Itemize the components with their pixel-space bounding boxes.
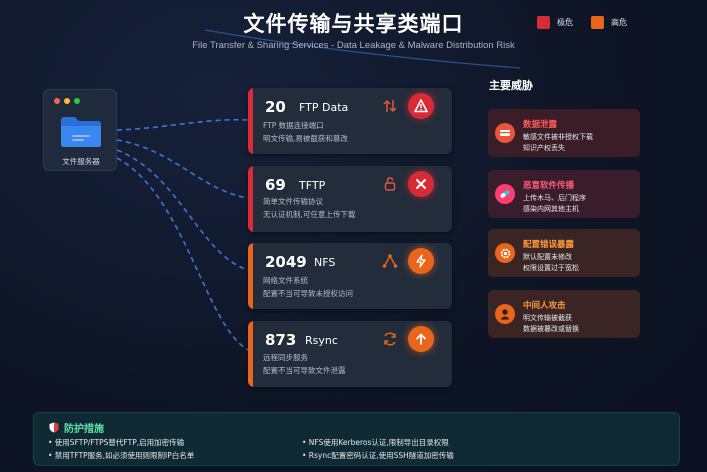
threat-title: 恶意软件传播 [523,181,575,191]
severity-stripe [248,88,253,154]
malware-icon [495,184,515,204]
connector-ftp [116,118,249,131]
defense-title: 防护措施 [64,424,104,435]
severity-stripe [248,166,253,232]
threat-desc-1: 上传木马、后门程序 [523,194,586,202]
threat-title: 中间人攻击 [523,301,566,311]
sync-icon [384,332,396,346]
port-card-nfs: 2049 NFS 网络文件系统 配置不当可导致未授权访问 [248,243,452,309]
page-subtitle: File Transfer & Sharing Services - Data … [192,40,515,51]
port-number: 69 [265,176,286,194]
port-card-ftp-data: 20 FTP Data FTP 数据连接端口 明文传输,易被截获和篡改 [248,88,452,154]
port-name: FTP Data [299,101,349,114]
legend-label-high: 高危 [611,18,627,27]
severity-stripe [248,243,253,309]
lightning-icon [408,248,434,274]
port-desc-2: 配置不当可导致未授权访问 [263,289,353,298]
legend-item-high: 高危 [591,16,627,29]
port-desc-2: 明文传输,易被截获和篡改 [263,134,348,143]
shield-icon [49,422,59,433]
port-card-tftp: 69 TFTP 简单文件传输协议 无认证机制,可任意上传下载 [248,166,452,232]
port-desc-2: 配置不当可导致文件泄露 [263,366,346,375]
defense-panel: 防护措施 • 使用SFTP/FTPS替代FTP,启用加密传输 • 禁用TFTP服… [33,412,680,466]
server-label: 文件服务器 [62,157,100,166]
transfer-arrows-icon [383,99,397,113]
defense-item: • 禁用TFTP服务,如必须使用则限制IP白名单 [48,451,195,460]
connector-rsync [116,157,249,351]
port-desc-1: 网络文件系统 [263,276,308,285]
port-desc-2: 无认证机制,可任意上传下载 [263,210,356,219]
threat-title: 配置错误暴露 [523,240,575,250]
unlock-icon [384,177,396,191]
threat-desc-1: 明文传输被截获 [523,314,572,322]
network-icon [382,254,398,268]
window-dots [54,98,80,104]
port-number: 2049 [265,253,307,271]
threat-desc-2: 知识产权丢失 [523,144,565,152]
folder-icon [61,117,101,147]
legend-swatch-critical [537,16,550,29]
threat-card-misconfig: 配置错误暴露 默认配置未修改 权限设置过于宽松 [488,229,640,277]
threat-card-data-leak: 数据泄露 敏感文件被非授权下载 知识产权丢失 [488,109,640,157]
severity-stripe [248,321,253,387]
threat-card-malware: 恶意软件传播 上传木马、后门程序 感染内网其他主机 [488,170,640,218]
threat-title: 数据泄露 [523,120,558,130]
attacker-icon [495,304,515,324]
cross-icon [408,171,434,197]
port-name: NFS [314,256,336,269]
warning-icon [408,93,434,119]
legend-label-critical: 极危 [557,18,573,27]
data-leak-icon [495,123,515,143]
port-number: 873 [265,331,297,349]
threats-title: 主要威胁 [489,79,533,92]
connector-tftp [116,139,249,199]
port-number: 20 [265,98,286,116]
defense-item: • NFS使用Kerberos认证,限制导出目录权限 [302,438,449,447]
defense-header: 防护措施 [49,420,104,435]
defense-item: • 使用SFTP/FTPS替代FTP,启用加密传输 [48,438,185,447]
port-desc-1: FTP 数据连接端口 [263,121,324,130]
arrow-up-icon [408,326,434,352]
threat-desc-2: 数据被篡改或替换 [523,325,579,333]
legend-item-critical: 极危 [537,16,573,29]
defense-item: • Rsync配置密码认证,使用SSH隧道加密传输 [302,451,454,460]
port-name: Rsync [305,334,338,347]
port-desc-1: 远程同步服务 [263,353,308,362]
connector-nfs [116,149,249,271]
port-card-rsync: 873 Rsync 远程同步服务 配置不当可导致文件泄露 [248,321,452,387]
threat-card-mitm: 中间人攻击 明文传输被截获 数据被篡改或替换 [488,290,640,338]
threat-desc-1: 默认配置未修改 [523,253,572,261]
port-desc-1: 简单文件传输协议 [263,197,323,206]
threat-desc-2: 权限设置过于宽松 [523,264,579,272]
legend-swatch-high [591,16,604,29]
threat-desc-1: 敏感文件被非授权下载 [523,133,593,141]
threat-desc-2: 感染内网其他主机 [523,205,579,213]
port-name: TFTP [299,179,326,192]
gear-icon [495,243,515,263]
file-server-node: 文件服务器 [43,89,117,171]
